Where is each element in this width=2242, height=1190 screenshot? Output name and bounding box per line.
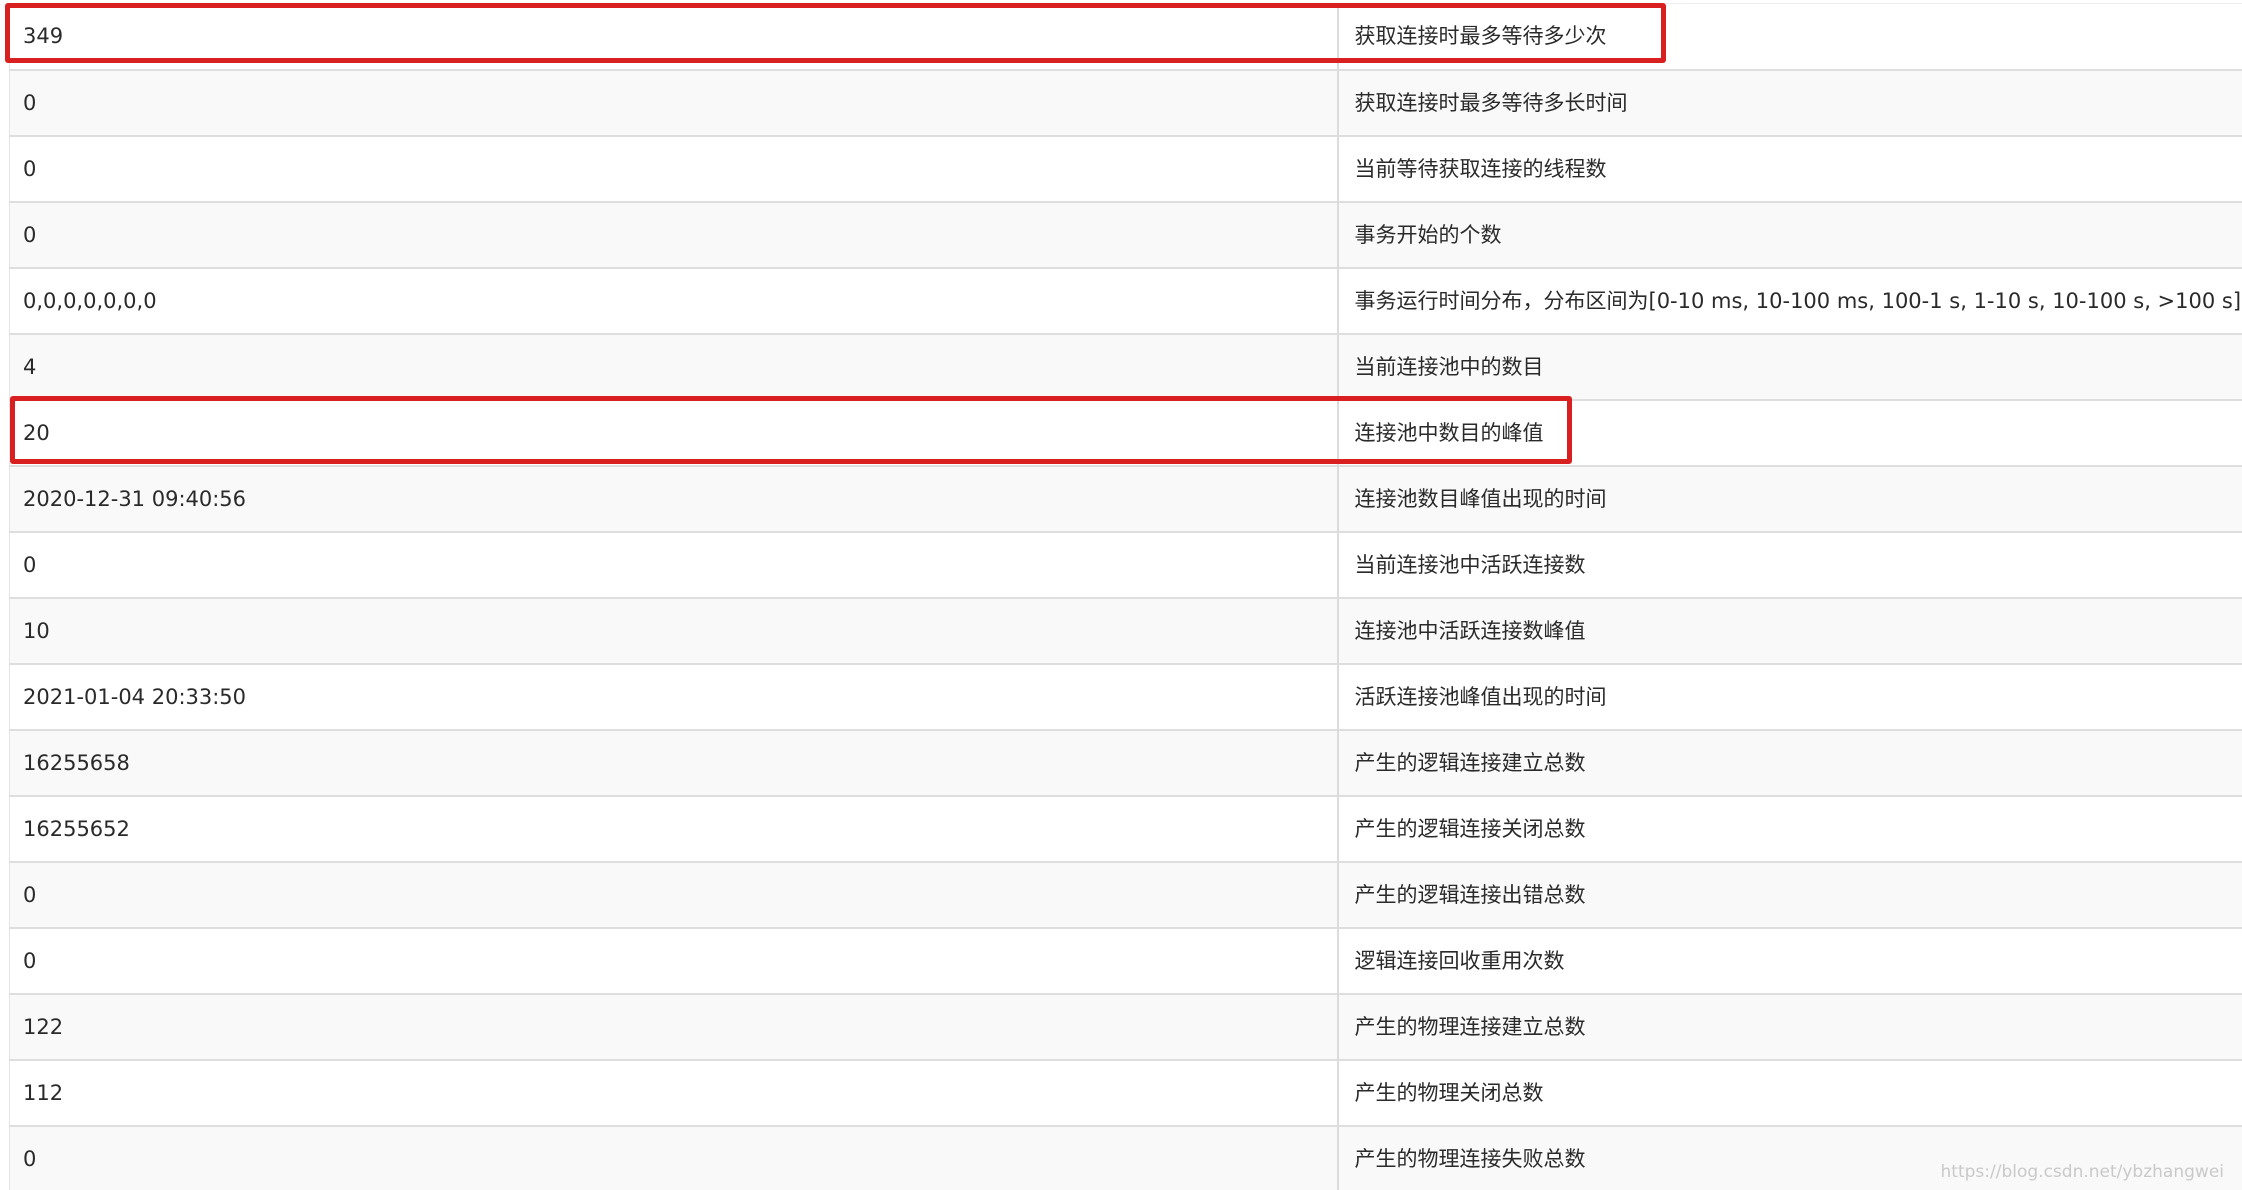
table-row: 4 当前连接池中的数目 xyxy=(9,332,2242,400)
stat-description: 当前等待获取连接的线程数 xyxy=(1336,134,2242,202)
table-row: 0 事务开始的个数 xyxy=(9,200,2242,268)
stat-value: 4 xyxy=(9,332,1338,400)
table-row: 0 获取连接时最多等待多长时间 xyxy=(9,68,2242,136)
table-row: 0 产生的逻辑连接出错总数 xyxy=(9,860,2242,928)
table-row: 20 连接池中数目的峰值 xyxy=(9,398,2242,466)
stat-description: 事务运行时间分布，分布区间为[0-10 ms, 10-100 ms, 100-1… xyxy=(1336,266,2242,334)
stat-description: 连接池数目峰值出现的时间 xyxy=(1336,464,2242,532)
stat-value: 0 xyxy=(9,134,1338,202)
stat-description: 产生的逻辑连接建立总数 xyxy=(1336,728,2242,796)
stat-value: 2021-01-04 20:33:50 xyxy=(9,662,1338,730)
watermark: https://blog.csdn.net/ybzhangwei xyxy=(1940,1162,2224,1182)
table-row: 0 当前等待获取连接的线程数 xyxy=(9,134,2242,202)
stat-value: 0 xyxy=(9,200,1338,268)
stat-description: 产生的逻辑连接出错总数 xyxy=(1336,860,2242,928)
stat-description: 事务开始的个数 xyxy=(1336,200,2242,268)
stat-value: 2020-12-31 09:40:56 xyxy=(9,464,1338,532)
stat-value: 122 xyxy=(9,992,1338,1060)
stat-value: 0 xyxy=(9,1124,1338,1190)
stat-value: 0 xyxy=(9,530,1338,598)
stat-description: 产生的逻辑连接关闭总数 xyxy=(1336,794,2242,862)
stat-description: 产生的物理连接建立总数 xyxy=(1336,992,2242,1060)
table-row: 0 逻辑连接回收重用次数 xyxy=(9,926,2242,994)
table-row: 112 产生的物理关闭总数 xyxy=(9,1058,2242,1126)
stat-value: 10 xyxy=(9,596,1338,664)
connection-pool-stats-table: 349 获取连接时最多等待多少次 0 获取连接时最多等待多长时间 0 当前等待获… xyxy=(9,3,2242,1190)
stat-description: 活跃连接池峰值出现的时间 xyxy=(1336,662,2242,730)
table-row: 0 产生的物理连接失败总数 xyxy=(9,1124,2242,1190)
stat-value: 0,0,0,0,0,0,0 xyxy=(9,266,1338,334)
stat-value: 0 xyxy=(9,926,1338,994)
stat-value: 16255658 xyxy=(9,728,1338,796)
table-row: 2020-12-31 09:40:56 连接池数目峰值出现的时间 xyxy=(9,464,2242,532)
stat-description: 产生的物理关闭总数 xyxy=(1336,1058,2242,1126)
stat-value: 16255652 xyxy=(9,794,1338,862)
stat-value: 112 xyxy=(9,1058,1338,1126)
stat-value: 0 xyxy=(9,860,1338,928)
table-row: 349 获取连接时最多等待多少次 xyxy=(9,3,2242,70)
stat-description: 连接池中数目的峰值 xyxy=(1336,398,2242,466)
stat-description: 连接池中活跃连接数峰值 xyxy=(1336,596,2242,664)
stat-value: 20 xyxy=(9,398,1338,466)
stat-description: 当前连接池中活跃连接数 xyxy=(1336,530,2242,598)
stat-value: 0 xyxy=(9,68,1338,136)
stat-description: 获取连接时最多等待多少次 xyxy=(1336,3,2242,70)
stat-value: 349 xyxy=(9,3,1338,70)
table-row: 2021-01-04 20:33:50 活跃连接池峰值出现的时间 xyxy=(9,662,2242,730)
table-row: 0,0,0,0,0,0,0 事务运行时间分布，分布区间为[0-10 ms, 10… xyxy=(9,266,2242,334)
table-row: 16255658 产生的逻辑连接建立总数 xyxy=(9,728,2242,796)
stat-description: 逻辑连接回收重用次数 xyxy=(1336,926,2242,994)
stat-description: 当前连接池中的数目 xyxy=(1336,332,2242,400)
table-row: 16255652 产生的逻辑连接关闭总数 xyxy=(9,794,2242,862)
table-row: 122 产生的物理连接建立总数 xyxy=(9,992,2242,1060)
table-row: 10 连接池中活跃连接数峰值 xyxy=(9,596,2242,664)
stat-description: 获取连接时最多等待多长时间 xyxy=(1336,68,2242,136)
table-row: 0 当前连接池中活跃连接数 xyxy=(9,530,2242,598)
